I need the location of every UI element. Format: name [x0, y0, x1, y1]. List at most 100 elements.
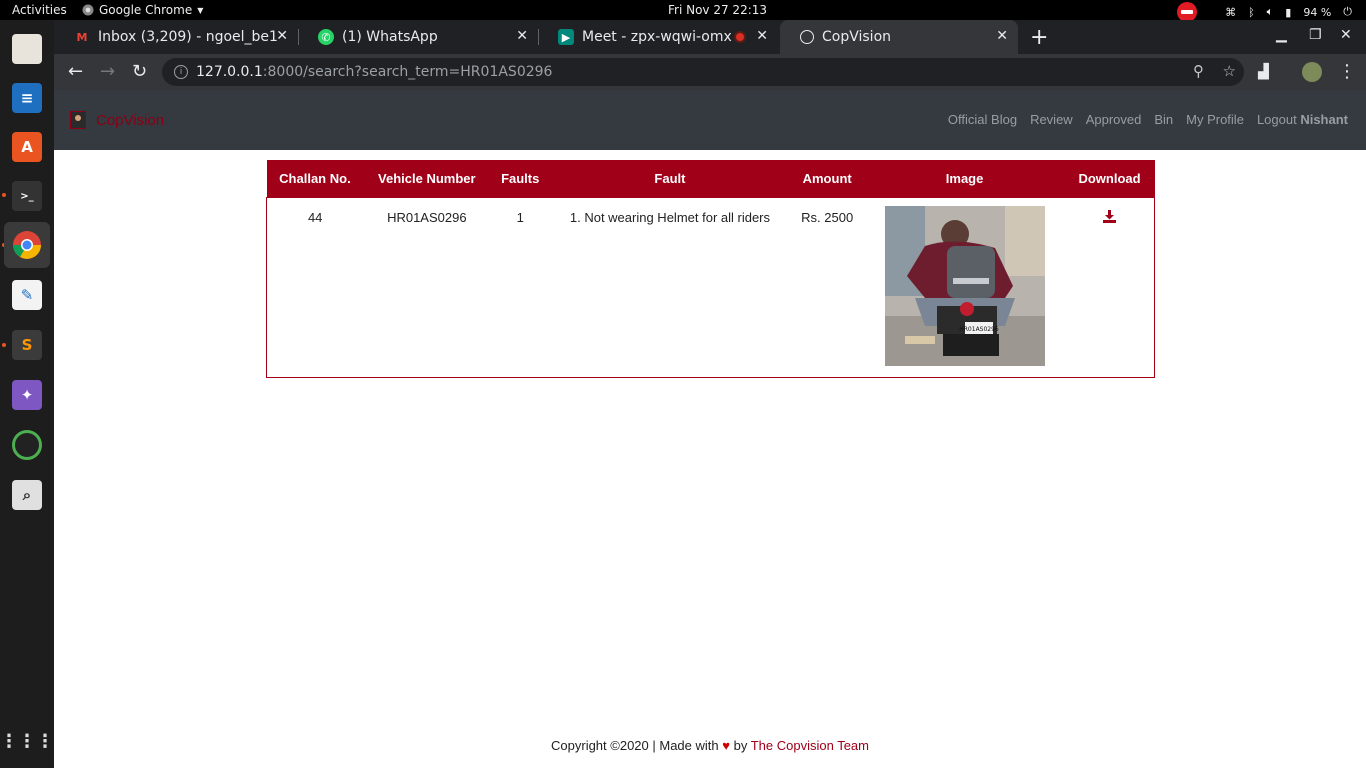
header-download: Download [1064, 160, 1155, 197]
tab-label: (1) WhatsApp [342, 29, 438, 45]
web-page: CopVision Official Blog Review Approved … [54, 90, 1366, 768]
challan-table: Challan No. Vehicle Number Faults Fault … [266, 160, 1155, 378]
nav-official-blog[interactable]: Official Blog [948, 112, 1017, 127]
tab-gmail[interactable]: M Inbox (3,209) - ngoel_be17 ✕ [54, 20, 298, 54]
close-icon[interactable]: ✕ [516, 28, 528, 44]
search-dock-item[interactable]: ⌕ [4, 472, 50, 518]
show-apps-dock-item[interactable]: ⋮⋮⋮ [0, 718, 54, 764]
site-navbar: CopVision Official Blog Review Approved … [54, 90, 1366, 150]
close-icon[interactable]: ✕ [756, 28, 768, 44]
chrome-dock-item[interactable] [4, 222, 50, 268]
meet-icon: ▶ [558, 29, 574, 45]
logout-label: Logout [1256, 112, 1297, 127]
copvision-logo-icon [70, 111, 86, 129]
terminal-dock-item[interactable]: >_ [4, 173, 50, 219]
gmail-icon: M [76, 30, 88, 44]
profile-avatar[interactable] [1302, 62, 1322, 82]
cell-image: HR01AS0296 [865, 197, 1065, 377]
chrome-small-icon [82, 4, 94, 16]
reload-icon[interactable]: ↻ [132, 61, 147, 82]
power-menu-icon: ⏻ [1343, 5, 1352, 18]
menu-kebab-icon[interactable]: ⋮ [1338, 61, 1356, 82]
activities-button[interactable]: Activities [12, 3, 67, 17]
nav-logout[interactable]: Logout Nishant [1257, 112, 1348, 127]
tab-meet[interactable]: ▶ Meet - zpx-wqwi-omx ✕ [538, 20, 778, 54]
battery-icon: ▮ [1285, 5, 1292, 19]
page-footer: Copyright ©2020 | Made with ♥ by The Cop… [54, 738, 1366, 753]
magnifier-icon: ⌕ [12, 480, 42, 510]
footer-by: by [733, 738, 748, 753]
cell-vehicle-number: HR01AS0296 [387, 209, 467, 225]
cell-faults: 1 [516, 209, 524, 225]
address-bar[interactable]: i 127.0.0.1:8000/search?search_term=HR01… [162, 58, 1244, 86]
network-app-dock-item[interactable]: ✦ [4, 372, 50, 418]
close-icon[interactable]: ✕ [996, 28, 1008, 44]
brand-name: CopVision [96, 111, 165, 129]
app-menu[interactable]: Google Chrome ▼ [82, 3, 203, 17]
site-info-icon[interactable]: i [174, 65, 188, 79]
nav-review[interactable]: Review [1030, 112, 1073, 127]
heart-icon: ♥ [722, 738, 730, 753]
dock: ≡ A >_ ✎ S ✦ ⌕ ⋮⋮⋮ [0, 20, 54, 768]
tab-copvision[interactable]: CopVision ✕ [780, 20, 1018, 54]
software-dock-item[interactable]: A [4, 124, 50, 170]
chrome-icon [13, 231, 41, 259]
nav-approved[interactable]: Approved [1086, 112, 1142, 127]
zoom-icon[interactable]: ⚲ [1193, 62, 1204, 80]
cell-amount: Rs. 2500 [801, 209, 854, 225]
clock[interactable]: Fri Nov 27 22:13 [668, 3, 767, 17]
writer-dock-item[interactable]: ≡ [4, 75, 50, 121]
back-icon[interactable]: ← [68, 61, 83, 82]
editor-dock-item[interactable]: ✎ [4, 272, 50, 318]
extension-icon[interactable]: ▟ [1258, 64, 1269, 80]
recording-icon [734, 31, 746, 43]
cell-challan-no: 44 [307, 209, 323, 225]
url-path: :8000/search?search_term=HR01AS0296 [262, 64, 553, 80]
chevron-down-icon: ▼ [197, 5, 204, 15]
header-amount: Amount [789, 160, 865, 197]
app-menu-label: Google Chrome [99, 3, 193, 17]
brand-link[interactable]: CopVision [70, 111, 164, 129]
header-fault: Fault [550, 160, 790, 197]
close-icon[interactable]: ✕ [276, 28, 288, 44]
nav-bin[interactable]: Bin [1154, 112, 1173, 127]
sublime-dock-item[interactable]: S [4, 322, 50, 368]
files-dock-item[interactable] [4, 26, 50, 72]
nav-links: Official Blog Review Approved Bin My Pro… [948, 112, 1348, 127]
writer-icon: ≡ [12, 83, 42, 113]
minimize-icon[interactable]: ▁ [1276, 27, 1287, 43]
app-grid-icon: ⋮⋮⋮ [0, 730, 54, 752]
violation-photo[interactable]: HR01AS0296 [884, 205, 1045, 366]
header-vehicle-number: Vehicle Number [363, 160, 491, 197]
tab-label: CopVision [822, 29, 892, 45]
download-icon[interactable] [1102, 209, 1116, 223]
window-close-icon[interactable]: ✕ [1340, 27, 1352, 43]
camera-icon [12, 430, 42, 460]
tab-label: Inbox (3,209) - ngoel_be17 [98, 29, 278, 45]
tab-whatsapp[interactable]: ✆ (1) WhatsApp ✕ [298, 20, 538, 54]
network-icon: ⌘ [1225, 5, 1237, 19]
network-app-icon: ✦ [12, 380, 42, 410]
volume-icon: 🔈︎ [1266, 5, 1274, 18]
globe-icon [800, 30, 814, 44]
new-tab-button[interactable]: + [1030, 25, 1048, 50]
tab-strip: M Inbox (3,209) - ngoel_be17 ✕ ✆ (1) Wha… [54, 20, 1366, 54]
footer-copyright: Copyright ©2020 | Made with [551, 738, 719, 753]
maximize-icon[interactable]: ❐ [1309, 27, 1322, 43]
username: Nishant [1300, 112, 1348, 127]
forward-icon[interactable]: → [100, 61, 115, 82]
battery-percent: 94 % [1303, 5, 1332, 19]
license-plate: HR01AS0296 [959, 326, 999, 333]
system-top-bar: Activities Google Chrome ▼ Fri Nov 27 22… [0, 0, 1366, 22]
cell-fault: 1. Not wearing Helmet for all riders [569, 209, 771, 225]
footer-team-link[interactable]: The Copvision Team [751, 738, 869, 753]
files-icon [12, 34, 42, 64]
system-tray[interactable]: ⌘ ᛒ 🔈︎ ▮ 94 % ⏻ [1177, 2, 1352, 22]
tab-label: Meet - zpx-wqwi-omx [582, 29, 732, 45]
camera-dock-item[interactable] [4, 422, 50, 468]
browser-toolbar: ← → ↻ i 127.0.0.1:8000/search?search_ter… [54, 54, 1366, 90]
bookmark-star-icon[interactable]: ☆ [1223, 62, 1236, 80]
nav-my-profile[interactable]: My Profile [1186, 112, 1244, 127]
terminal-icon: >_ [12, 181, 42, 211]
do-not-disturb-icon[interactable] [1177, 2, 1198, 22]
